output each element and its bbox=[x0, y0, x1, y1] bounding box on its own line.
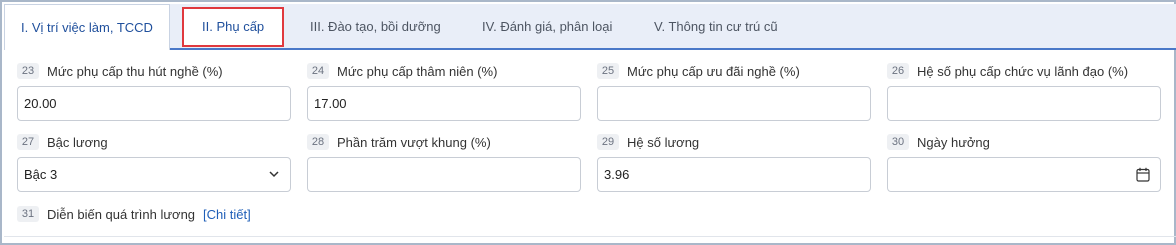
field-number: 28 bbox=[307, 134, 329, 150]
tab-job-position[interactable]: I. Vị trí việc làm, TCCD bbox=[4, 4, 170, 50]
field-number: 24 bbox=[307, 63, 329, 79]
allowance-form-panel: I. Vị trí việc làm, TCCD II. Phụ cấp III… bbox=[0, 0, 1176, 245]
chevron-down-icon bbox=[269, 171, 279, 178]
field-label-text: Bậc lương bbox=[47, 134, 108, 150]
tab-evaluation[interactable]: IV. Đánh giá, phân loại bbox=[482, 4, 612, 50]
leadership-allowance-input[interactable] bbox=[887, 86, 1161, 121]
salary-coefficient-input[interactable]: 3.96 bbox=[597, 157, 871, 192]
field-label-text: Phần trăm vượt khung (%) bbox=[337, 134, 491, 150]
field-label-text: Diễn biến quá trình lương bbox=[47, 206, 196, 222]
salary-grade-value: Bậc 3 bbox=[24, 167, 58, 182]
field-label-text: Mức phụ cấp ưu đãi nghề (%) bbox=[627, 63, 800, 79]
field-number: 31 bbox=[17, 206, 39, 222]
preferential-allowance-input[interactable] bbox=[597, 86, 871, 121]
calendar-icon[interactable] bbox=[1136, 167, 1150, 182]
tab-allowance[interactable]: II. Phụ cấp bbox=[182, 7, 285, 47]
field-26-label: 26 Hệ số phụ cấp chức vụ lãnh đạo (%) bbox=[887, 63, 1128, 79]
field-label-text: Hệ số lương bbox=[627, 134, 700, 150]
field-27-label: 27 Bậc lương bbox=[17, 134, 108, 150]
field-30-label: 30 Ngày hưởng bbox=[887, 134, 990, 150]
field-number: 25 bbox=[597, 63, 619, 79]
tab-bar: I. Vị trí việc làm, TCCD II. Phụ cấp III… bbox=[4, 4, 1176, 50]
field-28-label: 28 Phần trăm vượt khung (%) bbox=[307, 134, 491, 150]
field-24-label: 24 Mức phụ cấp thâm niên (%) bbox=[307, 63, 497, 79]
field-number: 23 bbox=[17, 63, 39, 79]
field-label-text: Ngày hưởng bbox=[917, 134, 990, 150]
tab-training[interactable]: III. Đào tạo, bồi dưỡng bbox=[310, 4, 441, 50]
field-29-label: 29 Hệ số lương bbox=[597, 134, 699, 150]
field-label-text: Hệ số phụ cấp chức vụ lãnh đạo (%) bbox=[917, 63, 1129, 79]
divider bbox=[4, 236, 1176, 237]
attraction-allowance-input[interactable]: 20.00 bbox=[17, 86, 291, 121]
field-31-label: 31 Diễn biến quá trình lương [Chi tiết] bbox=[17, 206, 251, 222]
field-label-text: Mức phụ cấp thu hút nghề (%) bbox=[47, 63, 223, 79]
salary-history-detail-link[interactable]: [Chi tiết] bbox=[203, 207, 251, 222]
seniority-allowance-input[interactable]: 17.00 bbox=[307, 86, 581, 121]
effective-date-input[interactable] bbox=[887, 157, 1161, 192]
field-23-label: 23 Mức phụ cấp thu hút nghề (%) bbox=[17, 63, 223, 79]
field-label-text: Mức phụ cấp thâm niên (%) bbox=[337, 63, 498, 79]
salary-grade-select[interactable]: Bậc 3 bbox=[17, 157, 291, 192]
tab-old-residence[interactable]: V. Thông tin cư trú cũ bbox=[654, 4, 778, 50]
field-number: 26 bbox=[887, 63, 909, 79]
field-number: 29 bbox=[597, 134, 619, 150]
field-number: 30 bbox=[887, 134, 909, 150]
exceed-frame-percent-input[interactable] bbox=[307, 157, 581, 192]
field-number: 27 bbox=[17, 134, 39, 150]
field-25-label: 25 Mức phụ cấp ưu đãi nghề (%) bbox=[597, 63, 800, 79]
